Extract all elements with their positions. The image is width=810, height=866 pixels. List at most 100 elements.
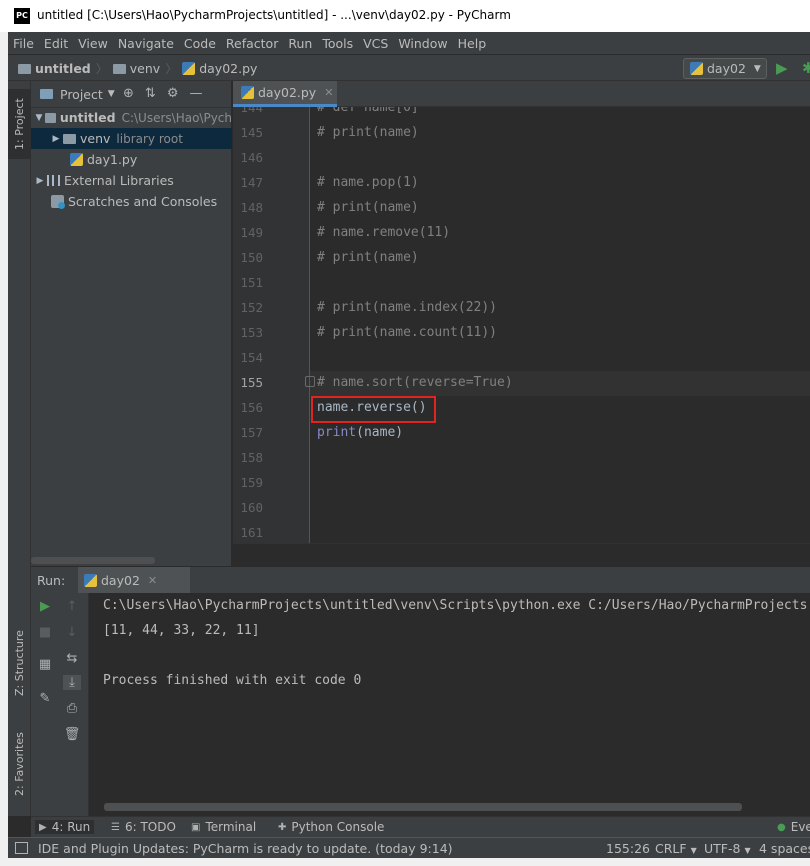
code-line: # name.sort(reverse=True) <box>317 375 513 390</box>
project-view-select[interactable]: Project <box>60 87 103 102</box>
console-horizontal-scrollbar[interactable] <box>104 803 742 811</box>
tab-todo-label: 6: TODO <box>124 820 176 834</box>
line-number: 157 <box>240 425 263 440</box>
tab-terminal-label: Terminal <box>205 820 257 834</box>
menu-refactor[interactable]: Refactor <box>221 36 283 51</box>
arrow-down-icon[interactable]: ↓ <box>63 625 81 640</box>
tree-item-scratches[interactable]: Scratches and Consoles <box>31 191 232 212</box>
bottom-tool-bar: ▶ 4: Run ☰ 6: TODO ▣ Terminal ✚ Python C… <box>31 816 810 837</box>
rerun-icon[interactable]: ▶ <box>36 599 54 614</box>
menu-navigate[interactable]: Navigate <box>113 36 179 51</box>
folder-icon <box>63 133 76 144</box>
menu-view[interactable]: View <box>73 36 113 51</box>
caret-position[interactable]: 155:26 <box>606 841 650 856</box>
tree-item-label: Scratches and Consoles <box>68 194 218 209</box>
project-panel-header: Project ▼ ⊕ ⇅ ⚙ — <box>31 81 232 108</box>
fold-marker-icon[interactable] <box>305 376 315 387</box>
scroll-to-end-icon[interactable]: ⤓ <box>63 675 81 690</box>
menu-run[interactable]: Run <box>283 36 317 51</box>
tree-item-venv[interactable]: ▶ venv library root <box>31 128 232 149</box>
print-icon[interactable]: ⎙ <box>63 701 81 716</box>
file-encoding[interactable]: UTF-8 ▼ <box>704 841 751 856</box>
tree-item-note: library root <box>116 131 183 146</box>
chevron-right-icon: ▶ <box>36 175 44 186</box>
console-line: [11, 44, 33, 22, 11] <box>103 623 260 638</box>
navigation-bar: untitled 〉 venv 〉 day02.py day02 ▼ ▶ ✱ <box>8 54 810 81</box>
arrow-up-icon[interactable]: ↑ <box>63 599 81 614</box>
line-number: 147 <box>240 175 263 190</box>
status-message[interactable]: IDE and Plugin Updates: PyCharm is ready… <box>38 841 453 856</box>
tab-favorites[interactable]: 2: Favorites <box>8 719 31 809</box>
menu-edit[interactable]: Edit <box>39 36 73 51</box>
run-console[interactable]: C:\Users\Hao\PycharmProjects\untitled\ve… <box>89 593 810 816</box>
breadcrumb-file[interactable]: day02.py <box>199 61 257 76</box>
tab-todo[interactable]: ☰ 6: TODO <box>111 820 176 834</box>
code-token: (name) <box>356 425 404 440</box>
tree-item-label: venv <box>80 131 111 146</box>
gear-icon[interactable]: ⚙ <box>167 86 179 101</box>
editor-tab-bar: day02.py ✕ <box>233 81 810 107</box>
terminal-icon: ▣ <box>191 821 201 833</box>
line-number: 148 <box>240 200 263 215</box>
breadcrumb-project[interactable]: untitled <box>35 61 91 76</box>
folder-icon <box>112 63 126 74</box>
code-editor[interactable]: # def name[0] # print(name) # name.pop(1) #… <box>310 107 810 543</box>
python-icon <box>690 62 703 75</box>
folder-icon <box>18 63 31 74</box>
menu-vcs[interactable]: VCS <box>358 36 393 51</box>
code-line: # print(name.index(22)) <box>317 300 498 315</box>
menu-help[interactable]: Help <box>453 36 492 51</box>
horizontal-scrollbar[interactable] <box>31 557 155 564</box>
line-number: 155 <box>240 375 263 390</box>
close-icon[interactable]: ✕ <box>148 574 157 587</box>
soft-wrap-icon[interactable]: ⇆ <box>63 651 81 666</box>
layout-icon[interactable]: ▦ <box>36 657 54 672</box>
run-icon[interactable]: ▶ <box>776 59 788 77</box>
tree-item-day1[interactable]: day1.py <box>31 149 232 170</box>
indent-setting[interactable]: 4 spaces <box>759 841 810 856</box>
stop-icon[interactable]: ■ <box>36 625 54 640</box>
tab-structure[interactable]: Z: Structure <box>8 621 31 706</box>
event-log-icon: ● <box>777 821 786 833</box>
locate-icon[interactable]: ⊕ <box>123 86 134 101</box>
menu-window[interactable]: Window <box>393 36 452 51</box>
tree-item-label: External Libraries <box>64 173 174 188</box>
run-tab-day02[interactable]: day02 ✕ <box>78 567 190 594</box>
minimize-icon[interactable]: — <box>189 86 202 101</box>
line-number: 159 <box>240 475 263 490</box>
line-number-gutter: 144 145 146 147 148 149 150 151 152 153 154 155 156 1… <box>233 107 310 543</box>
tab-run[interactable]: ▶ 4: Run <box>35 820 95 834</box>
run-toolbar: ▶ ↑ ■ ↓ ⇆ ▦ ⤓ ✎ ⎙ 🗑 <box>31 593 89 816</box>
menu-bar: File Edit View Navigate Code Refactor Ru… <box>8 32 810 54</box>
run-configuration-select[interactable]: day02 ▼ <box>683 58 767 79</box>
line-number: 153 <box>240 325 263 340</box>
tab-terminal[interactable]: ▣ Terminal <box>191 820 256 834</box>
line-separator[interactable]: CRLF ▼ <box>655 841 697 856</box>
run-panel-header: Run: day02 ✕ <box>31 566 810 594</box>
tab-event-log[interactable]: ● Eve <box>777 820 810 834</box>
python-file-icon <box>241 86 254 99</box>
window-bottom-frame <box>0 858 810 866</box>
trash-icon[interactable]: 🗑 <box>63 727 81 742</box>
tree-item-untitled[interactable]: ▼ untitled C:\Users\Hao\Pych <box>31 107 232 128</box>
collapse-all-icon[interactable]: ⇅ <box>145 86 156 101</box>
file-encoding-label: UTF-8 <box>704 841 741 856</box>
pin-icon[interactable]: ✎ <box>36 691 54 706</box>
tab-run-label: 4: Run <box>51 820 91 834</box>
tab-python-console[interactable]: ✚ Python Console <box>278 820 384 834</box>
folder-icon <box>44 112 56 123</box>
breadcrumb-folder[interactable]: venv <box>130 61 160 76</box>
project-panel: Project ▼ ⊕ ⇅ ⚙ — ▼ untitled C:\Users\Ha… <box>31 81 232 566</box>
menu-code[interactable]: Code <box>179 36 221 51</box>
editor-tab-day02[interactable]: day02.py ✕ <box>233 81 337 107</box>
builtin-function: print <box>317 425 357 440</box>
tab-python-console-label: Python Console <box>291 820 385 834</box>
debug-icon[interactable]: ✱ <box>802 59 810 77</box>
close-icon[interactable]: ✕ <box>324 86 333 99</box>
line-number: 149 <box>240 225 263 240</box>
menu-file[interactable]: File <box>8 36 39 51</box>
tab-project[interactable]: 1: Project <box>8 89 31 159</box>
tool-windows-icon[interactable] <box>15 842 28 854</box>
menu-tools[interactable]: Tools <box>317 36 358 51</box>
tree-item-external-libraries[interactable]: ▶ External Libraries <box>31 170 232 191</box>
